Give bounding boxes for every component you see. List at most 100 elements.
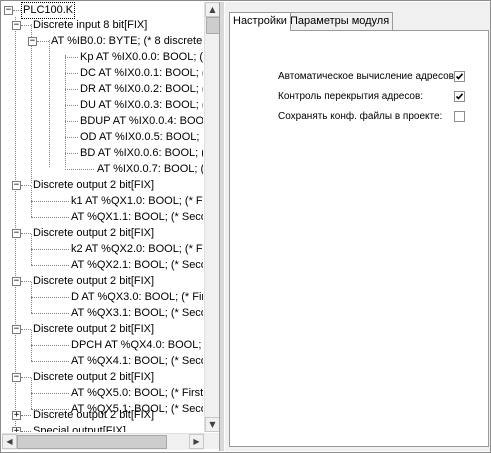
- tree-leaf-variable[interactable]: OD AT %IX0.0.5: BOOL; (*: [2, 130, 203, 145]
- save-config-label: Сохранять конф. файлы в проекте:: [278, 111, 443, 122]
- tree-leaf-label[interactable]: DC AT %IX0.0.1: BOOL; (*: [79, 66, 203, 81]
- tree-connector: [65, 105, 78, 106]
- horizontal-scroll-thumb[interactable]: [17, 435, 167, 449]
- tree-leaf-label[interactable]: AT %QX3.1: BOOL; (* Second *: [70, 306, 203, 321]
- tree-connector: [65, 89, 78, 90]
- configuration-window: − PLC100.K − Discrete input 8 bit[FIX] −…: [0, 0, 491, 453]
- tree-leaf-variable[interactable]: AT %IX0.0.7: BOOL; (* Bit: [2, 162, 203, 177]
- tree-leaf-variable[interactable]: D AT %QX3.0: BOOL; (* First *): [2, 290, 203, 305]
- tree-connector: [31, 345, 69, 346]
- tree-connector: [37, 41, 49, 42]
- tree-connector: [65, 169, 94, 170]
- module-tree: − PLC100.K − Discrete input 8 bit[FIX] −…: [2, 2, 203, 432]
- scroll-up-arrow-icon[interactable]: ▲: [205, 2, 219, 17]
- overlap-check-checkbox[interactable]: [454, 91, 465, 102]
- tree-node-label[interactable]: Discrete output 2 bit[FIX]: [32, 226, 155, 241]
- tree-vertical-scrollbar[interactable]: ▲ ▼: [204, 2, 219, 432]
- tree-node-input-byte[interactable]: − AT %IB0.0: BYTE; (* 8 discrete: [2, 34, 202, 49]
- tree-leaf-label[interactable]: k2 AT %QX2.0: BOOL; (* First *): [70, 242, 203, 257]
- tree-leaf-label[interactable]: BD AT %IX0.0.6: BOOL; (*: [79, 146, 203, 161]
- tree-node-label[interactable]: Discrete output 2 bit[FIX]: [32, 178, 155, 193]
- tree-leaf-label[interactable]: AT %QX2.1: BOOL; (* Second *: [70, 258, 203, 273]
- tree-leaf-label[interactable]: AT %IX0.0.7: BOOL; (* Bit: [96, 162, 203, 177]
- tree-node-label[interactable]: Discrete output 2 bit[FIX]: [32, 322, 155, 337]
- tree-leaf-label[interactable]: D AT %QX3.0: BOOL; (* First *): [70, 290, 203, 305]
- tree-node-discrete-output[interactable]: − Discrete output 2 bit[FIX]: [2, 226, 202, 241]
- tree-connector: [13, 10, 21, 11]
- auto-address-checkbox[interactable]: [454, 71, 465, 82]
- tree-leaf-variable[interactable]: DPCH AT %QX4.0: BOOL; (* Fir: [2, 338, 203, 353]
- tree-leaf-variable[interactable]: DR AT %IX0.0.2: BOOL; (*: [2, 82, 203, 97]
- tree-node-label[interactable]: Discrete output 2 bit[FIX]: [32, 274, 155, 289]
- tree-node-discrete-output[interactable]: − Discrete output 2 bit[FIX]: [2, 370, 202, 385]
- tree-root-label[interactable]: PLC100.K: [20, 2, 76, 19]
- tree-node-discrete-output[interactable]: − Discrete output 2 bit[FIX]: [2, 274, 202, 289]
- tree-leaf-label[interactable]: Kp AT %IX0.0.0: BOOL; (*: [79, 50, 203, 65]
- tree-leaf-variable[interactable]: k1 AT %QX1.0: BOOL; (* First *): [2, 194, 203, 209]
- tree-leaf-variable[interactable]: AT %QX4.1: BOOL; (* Second *: [2, 354, 203, 369]
- tree-connector: [31, 393, 69, 394]
- collapse-icon[interactable]: −: [12, 229, 21, 238]
- scroll-left-arrow-icon[interactable]: ◀: [2, 434, 17, 449]
- tree-node-discrete-output[interactable]: − Discrete output 2 bit[FIX]: [2, 178, 202, 193]
- tree-node-discrete-output[interactable]: − Discrete output 2 bit[FIX]: [2, 322, 202, 337]
- collapse-icon[interactable]: −: [12, 325, 21, 334]
- tree-leaf-variable[interactable]: AT %QX3.1: BOOL; (* Second *: [2, 306, 203, 321]
- expand-icon[interactable]: +: [12, 411, 21, 420]
- tree-leaf-variable[interactable]: BD AT %IX0.0.6: BOOL; (*: [2, 146, 203, 161]
- tree-leaf-variable[interactable]: AT %QX1.1: BOOL; (* Second *: [2, 210, 203, 225]
- collapse-icon[interactable]: −: [28, 37, 37, 46]
- tree-connector: [31, 361, 69, 362]
- collapse-icon[interactable]: −: [12, 21, 21, 30]
- tree-leaf-variable[interactable]: BDUP AT %IX0.0.4: BOOL: [2, 114, 203, 129]
- collapse-icon[interactable]: −: [12, 373, 21, 382]
- settings-tab-body: Автоматическое вычисление адресов: Контр…: [229, 30, 489, 447]
- tree-leaf-variable[interactable]: Kp AT %IX0.0.0: BOOL; (*: [2, 50, 203, 65]
- collapse-icon[interactable]: −: [4, 6, 13, 15]
- tree-leaf-label[interactable]: DR AT %IX0.0.2: BOOL; (*: [79, 82, 203, 97]
- tree-node-label[interactable]: Discrete output 2 bit[FIX]: [32, 408, 155, 423]
- tree-leaf-label[interactable]: DPCH AT %QX4.0: BOOL; (* Fir: [70, 338, 203, 353]
- tree-node-special-output[interactable]: + Special output[FIX]: [2, 424, 202, 432]
- checkmark-icon: [455, 93, 464, 100]
- tree-leaf-variable[interactable]: AT %QX2.1: BOOL; (* Second *: [2, 258, 203, 273]
- tree-connector: [65, 121, 78, 122]
- tab-settings[interactable]: Настройки: [229, 12, 291, 31]
- collapse-icon[interactable]: −: [12, 181, 21, 190]
- tree-leaf-variable[interactable]: DU AT %IX0.0.3: BOOL; (*: [2, 98, 203, 113]
- tree-connector: [65, 153, 78, 154]
- tree-node-discrete-output-collapsed[interactable]: + Discrete output 2 bit[FIX]: [2, 408, 202, 423]
- tree-node-label[interactable]: Discrete output 2 bit[FIX]: [32, 370, 155, 385]
- tree-node-label[interactable]: AT %IB0.0: BYTE; (* 8 discrete: [50, 34, 203, 49]
- tree-connector: [31, 313, 69, 314]
- tree-leaf-label[interactable]: AT %QX1.1: BOOL; (* Second *: [70, 210, 203, 225]
- tree-node-discrete-input[interactable]: − Discrete input 8 bit[FIX]: [2, 18, 202, 33]
- tree-leaf-variable[interactable]: DC AT %IX0.0.1: BOOL; (*: [2, 66, 203, 81]
- tree-connector: [65, 73, 78, 74]
- tree-leaf-label[interactable]: OD AT %IX0.0.5: BOOL; (*: [79, 130, 203, 145]
- tree-connector: [65, 137, 78, 138]
- settings-pane: Настройки Параметры модуля Автоматическо…: [225, 2, 490, 451]
- scroll-right-arrow-icon[interactable]: ▶: [189, 434, 204, 449]
- tree-leaf-label[interactable]: AT %QX5.0: BOOL; (* First *) [C: [70, 386, 203, 401]
- tree-leaf-variable[interactable]: k2 AT %QX2.0: BOOL; (* First *): [2, 242, 203, 257]
- tree-node-label[interactable]: Discrete input 8 bit[FIX]: [32, 18, 148, 33]
- vertical-scroll-thumb[interactable]: [206, 17, 219, 34]
- tree-node-label[interactable]: Special output[FIX]: [32, 424, 127, 432]
- save-config-checkbox[interactable]: [454, 111, 465, 122]
- tree-connector: [31, 217, 69, 218]
- tree-connector: [31, 297, 69, 298]
- tree-leaf-variable[interactable]: AT %QX5.0: BOOL; (* First *) [C: [2, 386, 203, 401]
- tree-connector: [21, 431, 31, 432]
- tree-horizontal-scrollbar[interactable]: ◀ ▶: [2, 433, 204, 450]
- collapse-icon[interactable]: −: [12, 277, 21, 286]
- tree-connector: [21, 415, 31, 416]
- tree-leaf-label[interactable]: AT %QX4.1: BOOL; (* Second *: [70, 354, 203, 369]
- expand-icon[interactable]: +: [12, 427, 21, 432]
- tab-module-parameters[interactable]: Параметры модуля: [286, 12, 394, 30]
- tree-leaf-label[interactable]: BDUP AT %IX0.0.4: BOOL: [79, 114, 203, 129]
- scroll-down-arrow-icon[interactable]: ▼: [205, 417, 219, 432]
- tree-leaf-label[interactable]: k1 AT %QX1.0: BOOL; (* First *): [70, 194, 203, 209]
- tree-connector: [31, 201, 69, 202]
- tree-leaf-label[interactable]: DU AT %IX0.0.3: BOOL; (*: [79, 98, 203, 113]
